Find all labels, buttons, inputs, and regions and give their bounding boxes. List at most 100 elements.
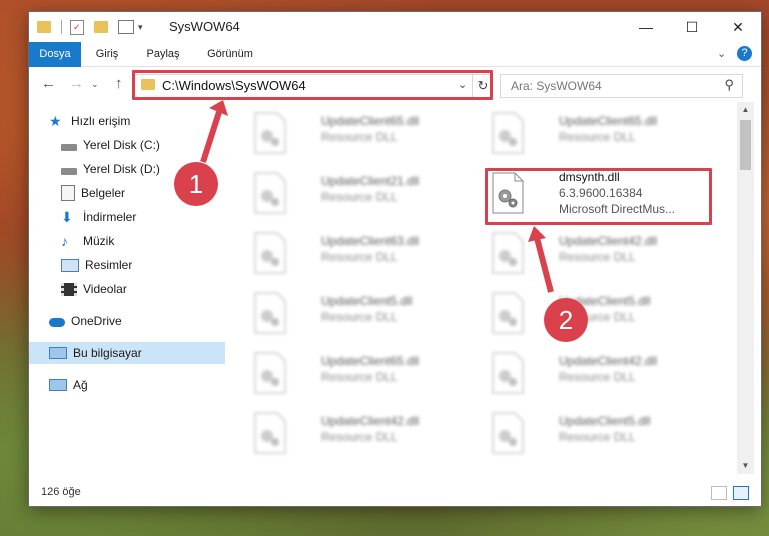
file-name: UpdateClient21.dll [321,174,420,188]
file-description: Resource DLL [321,370,398,384]
dll-file-icon [492,232,524,274]
file-highlight [485,168,712,225]
drive-icon [61,167,77,175]
dll-file-icon [492,292,524,334]
sidebar-item-music[interactable]: ♪ Müzik 📌 [29,230,256,252]
new-folder-icon[interactable] [94,21,108,33]
drive-icon [61,143,77,151]
tab-home[interactable]: Giriş [83,42,131,66]
search-placeholder: Ara: SysWOW64 [511,79,602,93]
sidebar-item-label: Hızlı erişim [71,114,131,128]
sidebar-item-label: Belgeler [81,186,126,200]
minimize-button[interactable]: — [623,12,669,42]
file-name: UpdateClient63.dll [321,234,420,248]
dll-file-icon [254,232,286,274]
video-icon [61,282,77,296]
network-icon [49,379,67,391]
file-item[interactable]: UpdateClient65.dll Resource DLL [249,108,479,158]
sidebar-item-label: Videolar [83,282,127,296]
ribbon-tabs: Dosya Giriş Paylaş Görünüm ⌄ ? [29,42,761,92]
file-item[interactable]: UpdateClient5.dll Resource DLL [487,288,717,338]
file-description: Resource DLL [321,130,398,144]
dll-file-icon [492,412,524,454]
sidebar-item-documents[interactable]: Belgeler [29,182,256,204]
vertical-scrollbar[interactable]: ▲ ▼ [737,102,754,474]
sidebar-item-label: OneDrive [71,314,122,328]
step-callout-1: 1 [174,162,218,206]
file-item[interactable]: UpdateClient21.dll Resource DLL [249,168,479,218]
large-icons-view-icon[interactable] [733,486,749,500]
cloud-icon [49,318,65,327]
documents-icon [61,185,75,201]
sidebar-item-quick-access[interactable]: ★ Hızlı erişim [29,110,244,132]
step-callout-2: 2 [544,298,588,342]
file-item[interactable]: UpdateClient5.dll Resource DLL [249,288,479,338]
file-item[interactable]: UpdateClient42.dll Resource DLL [249,408,479,458]
dll-file-icon [492,352,524,394]
scroll-up-icon[interactable]: ▲ [737,102,754,118]
dropdown-arrow-icon[interactable]: ▾ [138,22,143,33]
navigation-pane: ★ Hızlı erişim Yerel Disk (C:) Yerel Dis… [29,102,250,474]
file-name: UpdateClient42.dll [321,414,420,428]
file-item[interactable]: UpdateClient63.dll Resource DLL [249,228,479,278]
close-button[interactable]: ✕ [715,12,761,42]
properties-icon[interactable]: ✓ [70,19,84,35]
dll-file-icon [254,112,286,154]
up-arrow-icon[interactable]: ↑ [115,75,123,92]
maximize-button[interactable]: ☐ [669,12,715,42]
sidebar-item-network[interactable]: Ağ [29,374,244,396]
status-bar: 126 öğe [29,482,761,506]
file-description: Resource DLL [559,370,636,384]
sidebar-item-label: Bu bilgisayar [73,346,142,360]
sidebar-item-label: Yerel Disk (D:) [83,162,160,176]
separator [61,20,62,34]
scroll-down-icon[interactable]: ▼ [737,458,754,474]
quick-access-toolbar: ✓ ▾ [37,18,143,36]
sidebar-item-downloads[interactable]: ⬇ İndirmeler 📌 [29,206,256,228]
folder-icon [37,21,51,33]
music-icon: ♪ [61,233,68,249]
file-description: Resource DLL [559,430,636,444]
file-description: Resource DLL [559,250,636,264]
file-description: Resource DLL [321,430,398,444]
file-description: Resource DLL [321,190,398,204]
address-bar-highlight [132,70,493,100]
scrollbar-thumb[interactable] [740,120,751,170]
sidebar-item-videos[interactable]: Videolar 📌 [29,278,256,300]
sidebar-item-label: Resimler [85,258,133,272]
item-count: 126 öğe [41,486,81,498]
sidebar-item-label: İndirmeler [83,210,137,224]
sidebar-item-this-pc[interactable]: Bu bilgisayar [29,342,244,364]
file-item[interactable]: UpdateClient65.dll Resource DLL [249,348,479,398]
sidebar-item-onedrive[interactable]: OneDrive [29,310,244,332]
file-name: UpdateClient42.dll [559,234,658,248]
forward-arrow-icon[interactable]: → [69,75,84,92]
back-arrow-icon[interactable]: ← [41,75,56,92]
file-name: UpdateClient42.dll [559,354,658,368]
file-description: Resource DLL [321,250,398,264]
title-bar: ✓ ▾ SysWOW64 — ☐ ✕ [29,12,761,42]
download-icon: ⬇ [61,209,73,225]
sidebar-item-drive-d[interactable]: Yerel Disk (D:) [29,158,256,180]
computer-icon [49,347,67,359]
expand-ribbon-icon[interactable]: ⌄ [717,47,726,60]
pictures-icon [61,258,79,272]
tab-view[interactable]: Görünüm [199,42,261,66]
file-item[interactable]: UpdateClient5.dll Resource DLL [487,408,717,458]
customize-icon[interactable] [118,20,134,34]
recent-chevron-icon[interactable]: ⌄ [91,79,99,90]
tab-share[interactable]: Paylaş [137,42,189,66]
dll-file-icon [492,112,524,154]
file-item[interactable]: UpdateClient42.dll Resource DLL [487,348,717,398]
file-description: Resource DLL [321,310,398,324]
sidebar-item-drive-c[interactable]: Yerel Disk (C:) [29,134,256,156]
star-icon: ★ [49,113,62,129]
details-view-icon[interactable] [711,486,727,500]
sidebar-item-pictures[interactable]: Resimler 📌 [29,254,256,276]
dll-file-icon [254,292,286,334]
search-input[interactable]: Ara: SysWOW64 ⚲ [500,74,743,98]
file-item[interactable]: UpdateClient65.dll Resource DLL [487,108,717,158]
file-item[interactable]: UpdateClient42.dll Resource DLL [487,228,717,278]
search-icon[interactable]: ⚲ [724,77,734,93]
help-icon[interactable]: ? [737,46,752,61]
